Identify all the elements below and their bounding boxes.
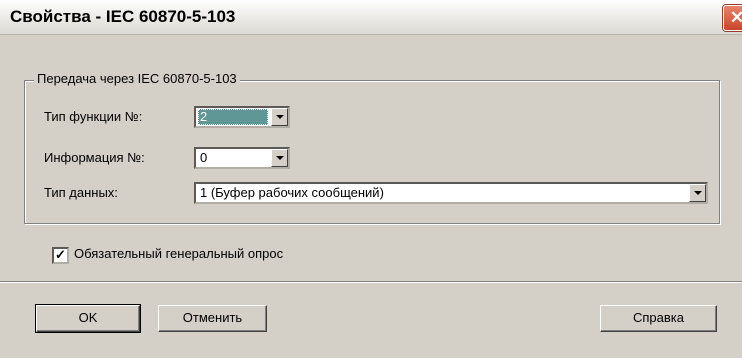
data-type-value: 1 (Буфер рабочих сообщений)	[200, 185, 384, 200]
info-number-label: Информация №:	[44, 150, 145, 165]
info-number-value: 0	[200, 150, 208, 165]
function-type-combo[interactable]: 2	[194, 106, 290, 128]
function-type-value: 2	[198, 109, 268, 125]
chevron-down-icon[interactable]	[271, 149, 288, 167]
window-title: Свойства - IEC 60870-5-103	[10, 7, 236, 26]
chevron-down-icon[interactable]	[271, 108, 288, 126]
cancel-button[interactable]: Отменить	[158, 305, 267, 332]
data-type-label: Тип данных:	[44, 185, 118, 200]
general-interrogation-checkbox[interactable]: ✓	[52, 247, 69, 264]
function-type-label: Тип функции №:	[44, 109, 143, 124]
title-bar: Свойства - IEC 60870-5-103 ✕	[0, 0, 742, 35]
separator	[0, 281, 742, 283]
info-number-combo[interactable]: 0	[194, 147, 290, 169]
checkmark-icon: ✓	[55, 247, 66, 262]
close-button[interactable]: ✕	[723, 5, 742, 31]
properties-dialog: Свойства - IEC 60870-5-103 ✕ Передача че…	[0, 0, 742, 358]
help-button[interactable]: Справка	[600, 305, 717, 332]
general-interrogation-label[interactable]: Обязательный генеральный опрос	[74, 246, 283, 261]
group-legend: Передача через IEC 60870-5-103	[34, 71, 240, 86]
ok-button[interactable]: OK	[35, 304, 141, 333]
data-type-combo[interactable]: 1 (Буфер рабочих сообщений)	[194, 182, 708, 204]
close-icon: ✕	[729, 8, 742, 27]
chevron-down-icon[interactable]	[689, 184, 706, 202]
